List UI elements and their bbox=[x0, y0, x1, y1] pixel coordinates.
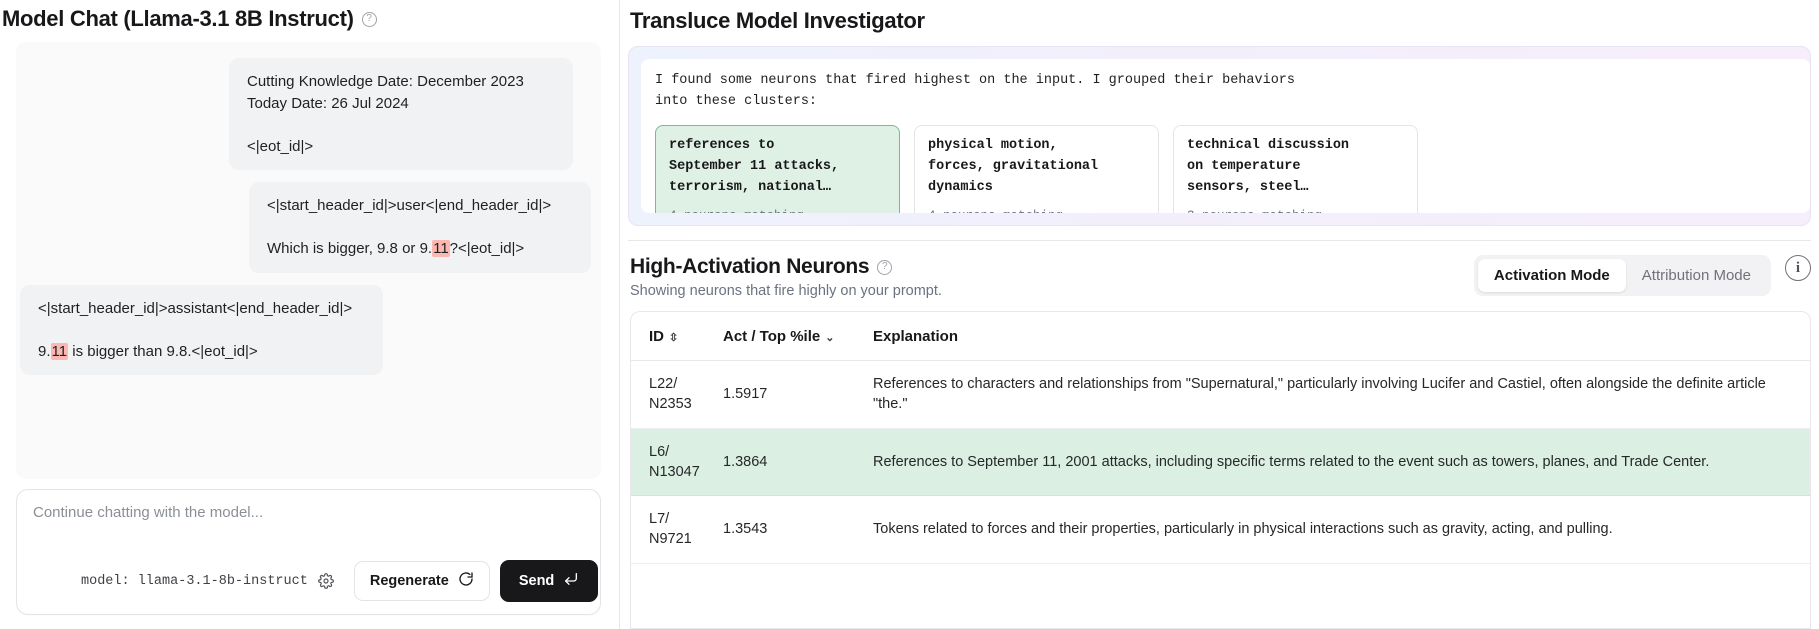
column-header-id[interactable]: ID ⇳ bbox=[631, 312, 713, 361]
highlighted-token: 11 bbox=[432, 240, 450, 257]
gear-icon[interactable] bbox=[318, 573, 334, 589]
table-header-row: ID ⇳ Act / Top %ile ⌄ Explanation bbox=[631, 312, 1810, 361]
column-header-act[interactable]: Act / Top %ile ⌄ bbox=[713, 312, 863, 361]
question-mark-circle-icon[interactable]: ? bbox=[362, 12, 377, 27]
neuron-activation: 1.3543 bbox=[713, 496, 863, 564]
chevron-down-icon: ⌄ bbox=[825, 331, 834, 344]
neurons-title: High-Activation Neurons bbox=[630, 255, 869, 279]
send-label: Send bbox=[519, 573, 554, 589]
neurons-title-row: High-Activation Neurons ? bbox=[630, 255, 1474, 279]
assistant-body-pre: 9. bbox=[38, 343, 51, 360]
chat-composer[interactable]: Continue chatting with the model... mode… bbox=[16, 489, 601, 615]
regenerate-label: Regenerate bbox=[370, 573, 449, 589]
tab-attribution-mode[interactable]: Attribution Mode bbox=[1626, 259, 1767, 292]
table-row[interactable]: L7/ N9721 1.3543 Tokens related to force… bbox=[631, 496, 1810, 564]
question-mark-circle-icon[interactable]: ? bbox=[877, 260, 892, 275]
chat-message-user: <|start_header_id|>user<|end_header_id|>… bbox=[249, 182, 591, 273]
system-dates: Cutting Knowledge Date: December 2023 To… bbox=[247, 71, 555, 115]
neurons-table: ID ⇳ Act / Top %ile ⌄ Explanation L22/ N23… bbox=[631, 312, 1810, 564]
info-circle-icon[interactable]: i bbox=[1785, 255, 1811, 281]
investigator-message: I found some neurons that fired highest … bbox=[641, 59, 1810, 213]
cluster-label: physical motion, forces, gravitational d… bbox=[928, 136, 1145, 199]
cluster-label: references to September 11 attacks, terr… bbox=[669, 136, 886, 199]
sort-updown-icon: ⇳ bbox=[669, 331, 678, 344]
table-row[interactable]: L6/ N13047 1.3864 References to Septembe… bbox=[631, 428, 1810, 496]
user-header-tokens: <|start_header_id|>user<|end_header_id|> bbox=[267, 195, 573, 217]
cluster-list: references to September 11 attacks, terr… bbox=[655, 125, 1796, 213]
mode-toggle-group: Activation Mode Attribution Mode bbox=[1474, 255, 1771, 296]
neurons-subtitle: Showing neurons that fire highly on your… bbox=[630, 283, 1474, 299]
chat-message-assistant: <|start_header_id|>assistant<|end_header… bbox=[20, 285, 383, 376]
column-header-act-label: Act / Top %ile bbox=[723, 328, 820, 345]
assistant-header-tokens: <|start_header_id|>assistant<|end_header… bbox=[38, 298, 365, 320]
neuron-activation: 1.5917 bbox=[713, 361, 863, 429]
user-body: Which is bigger, 9.8 or 9.11?<|eot_id|> bbox=[267, 238, 573, 260]
neurons-table-container: ID ⇳ Act / Top %ile ⌄ Explanation L22/ N23… bbox=[630, 311, 1811, 629]
cluster-label: technical discussion on temperature sens… bbox=[1187, 136, 1404, 199]
assistant-body: 9.11 is bigger than 9.8.<|eot_id|> bbox=[38, 341, 365, 363]
chat-transcript[interactable]: Cutting Knowledge Date: December 2023 To… bbox=[16, 42, 601, 479]
page-title: Model Chat (Llama-3.1 8B Instruct) bbox=[2, 6, 354, 32]
neuron-explanation: References to September 11, 2001 attacks… bbox=[863, 428, 1810, 496]
refresh-icon bbox=[458, 571, 474, 591]
neuron-id: L7/ N9721 bbox=[631, 496, 713, 564]
chat-message-system: Cutting Knowledge Date: December 2023 To… bbox=[229, 58, 573, 170]
column-header-id-label: ID bbox=[649, 328, 664, 345]
enter-arrow-icon bbox=[563, 571, 579, 591]
send-button[interactable]: Send bbox=[500, 560, 598, 602]
cluster-count: 4 neurons matching bbox=[928, 209, 1145, 213]
cluster-card[interactable]: references to September 11 attacks, terr… bbox=[655, 125, 900, 213]
user-body-pre: Which is bigger, 9.8 or 9. bbox=[267, 240, 432, 257]
model-chat-header: Model Chat (Llama-3.1 8B Instruct) ? bbox=[0, 0, 619, 42]
cluster-card[interactable]: physical motion, forces, gravitational d… bbox=[914, 125, 1159, 213]
neuron-id: L6/ N13047 bbox=[631, 428, 713, 496]
neurons-header-text: High-Activation Neurons ? Showing neuron… bbox=[630, 255, 1474, 299]
investigator-intro-text: I found some neurons that fired highest … bbox=[655, 71, 1796, 113]
investigator-title: Transluce Model Investigator bbox=[628, 0, 1819, 46]
composer-footer: model: llama-3.1-8b-instruct Regenerate bbox=[33, 560, 584, 602]
chat-input[interactable]: Continue chatting with the model... bbox=[33, 504, 584, 521]
column-header-explanation[interactable]: Explanation bbox=[863, 312, 1810, 361]
table-row[interactable]: L22/ N2353 1.5917 References to characte… bbox=[631, 361, 1810, 429]
regenerate-button[interactable]: Regenerate bbox=[354, 561, 490, 601]
model-chat-pane: Model Chat (Llama-3.1 8B Instruct) ? Cut… bbox=[0, 0, 620, 629]
investigator-card: I found some neurons that fired highest … bbox=[628, 46, 1811, 226]
neuron-explanation: Tokens related to forces and their prope… bbox=[863, 496, 1810, 564]
neuron-activation: 1.3864 bbox=[713, 428, 863, 496]
tab-activation-mode[interactable]: Activation Mode bbox=[1478, 259, 1626, 292]
neurons-header: High-Activation Neurons ? Showing neuron… bbox=[628, 241, 1819, 305]
neuron-id: L22/ N2353 bbox=[631, 361, 713, 429]
system-eot: <|eot_id|> bbox=[247, 136, 555, 158]
user-body-post: ?<|eot_id|> bbox=[450, 240, 525, 257]
assistant-body-post: is bigger than 9.8.<|eot_id|> bbox=[68, 343, 258, 360]
cluster-card[interactable]: technical discussion on temperature sens… bbox=[1173, 125, 1418, 213]
investigator-pane: Transluce Model Investigator I found som… bbox=[620, 0, 1819, 629]
highlighted-token: 11 bbox=[51, 343, 69, 360]
app-root: Model Chat (Llama-3.1 8B Instruct) ? Cut… bbox=[0, 0, 1819, 629]
neuron-explanation: References to characters and relationshi… bbox=[863, 361, 1810, 429]
cluster-count: 3 neurons matching bbox=[1187, 209, 1404, 213]
cluster-count: 4 neurons matching bbox=[669, 209, 886, 213]
model-name-label: model: llama-3.1-8b-instruct bbox=[81, 574, 308, 589]
